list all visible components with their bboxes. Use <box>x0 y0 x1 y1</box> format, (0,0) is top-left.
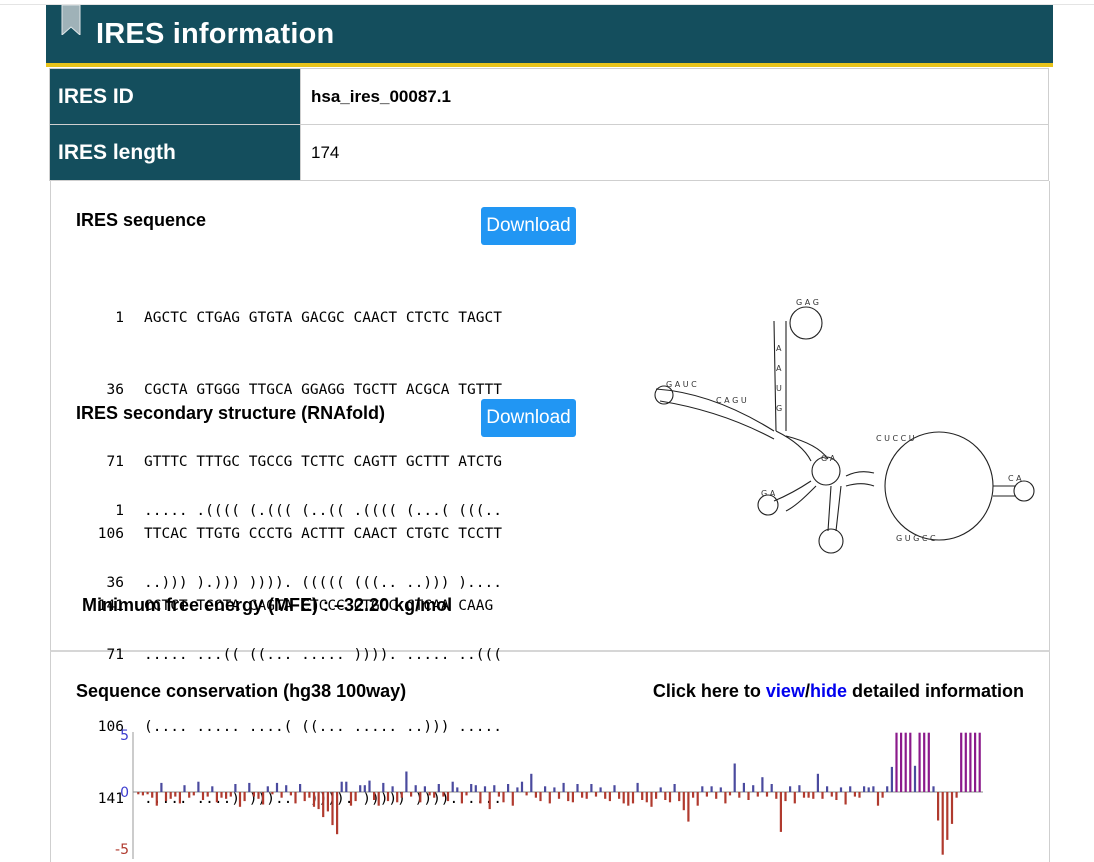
sequence-title: IRES sequence <box>76 210 207 230</box>
svg-text:U: U <box>776 384 782 393</box>
conservation-chart: 5 0 -5 <box>115 728 983 859</box>
rna-structure-diagram: G A G A A U G G A U C C A G U G A G A C … <box>654 298 1035 554</box>
ires-id-value: hsa_ires_00087.1 <box>300 68 1049 125</box>
svg-text:G A: G A <box>761 489 776 498</box>
svg-text:A: A <box>776 344 782 353</box>
table-row: IRES length 174 <box>49 124 1049 181</box>
ires-length-value: 174 <box>300 124 1049 181</box>
svg-text:C A G U: C A G U <box>716 396 747 405</box>
y-tick-label: 5 <box>120 728 129 744</box>
ires-info-table: IRES ID hsa_ires_00087.1 IRES length 174 <box>49 68 1049 181</box>
sequence-line: 1 AGCTC CTGAG GTGTA GACGC CAACT CTCTC TAG… <box>115 310 502 326</box>
svg-text:C A: C A <box>1008 474 1022 483</box>
svg-text:G A: G A <box>821 454 836 463</box>
mfe-value: Minimum free energy (MFE) : –32.20 kg/mo… <box>82 595 453 615</box>
structure-line: 36..))) ).))) )))). ((((( (((.. ..))) ).… <box>106 575 502 591</box>
toggle-details: Click here to view/hide detailed informa… <box>652 681 1024 701</box>
sequence-structure-panel: IRES sequence Download 1 AGCTC CTGAG GTGT… <box>50 181 1050 807</box>
bookmark-icon <box>61 5 81 35</box>
svg-text:G: G <box>776 404 782 413</box>
sequence-download-button[interactable]: Download <box>481 207 576 245</box>
svg-text:G A U C: G A U C <box>666 380 697 389</box>
hide-link[interactable]: hide <box>810 681 847 701</box>
ires-id-label: IRES ID <box>49 68 301 125</box>
table-row: IRES ID hsa_ires_00087.1 <box>49 68 1049 125</box>
conservation-panel: Sequence conservation (hg38 100way) Clic… <box>50 652 1050 862</box>
svg-text:A: A <box>776 364 782 373</box>
svg-text:G U G C C: G U G C C <box>896 534 936 543</box>
conservation-title: Sequence conservation (hg38 100way) <box>76 681 407 701</box>
page-title: IRES information <box>96 18 335 50</box>
structure-line: 1..... .(((( (.((( (..(( .(((( (...( (((… <box>115 503 502 519</box>
sequence-line: 36 CGCTA GTGGG TTGCA GGAGG TGCTT ACGCA TG… <box>106 382 502 398</box>
section-header: IRES information <box>46 5 1053 67</box>
y-tick-label: 0 <box>120 785 129 801</box>
svg-text:C U C C U: C U C C U <box>876 434 915 443</box>
view-link[interactable]: view <box>766 681 805 701</box>
structure-title: IRES secondary structure (RNAfold) <box>76 403 386 423</box>
structure-download-button[interactable]: Download <box>481 399 576 437</box>
y-tick-label: -5 <box>115 842 129 858</box>
ires-length-label: IRES length <box>49 124 301 181</box>
svg-text:G A G: G A G <box>796 298 819 307</box>
